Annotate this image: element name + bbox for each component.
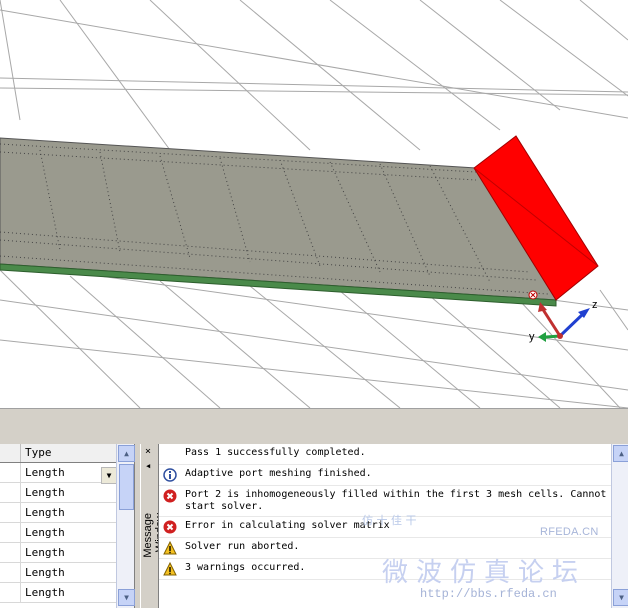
- cell-type[interactable]: Length: [21, 586, 119, 599]
- warning-icon: [163, 540, 179, 555]
- watermark-cn-large: 微波仿真论坛: [382, 558, 587, 588]
- table-row[interactable]: Length: [0, 523, 134, 543]
- cell-type[interactable]: Length: [21, 546, 119, 559]
- scroll-down-icon[interactable]: ▼: [613, 589, 628, 606]
- blank-icon: [163, 447, 179, 461]
- scroll-up-icon[interactable]: ▲: [613, 445, 628, 462]
- watermark-site: RFEDA.CN: [540, 526, 599, 538]
- list-item[interactable]: Adaptive port meshing finished.: [159, 465, 628, 486]
- table-row[interactable]: Length: [0, 583, 134, 603]
- cell-type[interactable]: Length: [21, 566, 119, 579]
- scroll-thumb[interactable]: [119, 464, 134, 510]
- z-axis-arrow: [558, 311, 586, 338]
- x-axis-arrow: [540, 307, 562, 337]
- table-row[interactable]: Length: [0, 543, 134, 563]
- message-text: Adaptive port meshing finished.: [185, 468, 372, 479]
- model-canvas[interactable]: y z: [0, 0, 628, 408]
- grid-header: Type: [0, 444, 134, 463]
- column-header-type[interactable]: Type: [21, 444, 119, 462]
- table-row[interactable]: Length: [0, 503, 134, 523]
- parameter-grid[interactable]: Type Length ▼ Length Length Length Length…: [0, 444, 135, 608]
- z-axis-label: z: [592, 299, 598, 311]
- table-row[interactable]: Length ▼: [0, 463, 134, 484]
- chevron-down-icon[interactable]: ▼: [101, 467, 117, 484]
- info-icon: [163, 468, 179, 482]
- table-row[interactable]: Length: [0, 483, 134, 503]
- 3d-viewport[interactable]: y z: [0, 0, 628, 408]
- cell-type[interactable]: Length: [21, 486, 119, 499]
- warning-icon: [163, 561, 179, 576]
- error-icon: [163, 520, 179, 534]
- list-item[interactable]: Pass 1 successfully completed.: [159, 444, 628, 465]
- cell-type[interactable]: Length: [21, 526, 119, 539]
- watermark-url: http://bbs.rfeda.cn: [420, 587, 557, 601]
- message-scrollbar[interactable]: ▲ ▼: [611, 444, 628, 608]
- scroll-up-icon[interactable]: ▲: [118, 445, 135, 462]
- pane-splitter[interactable]: [0, 408, 628, 445]
- cell-type[interactable]: Length: [21, 506, 119, 519]
- scroll-down-icon[interactable]: ▼: [118, 589, 135, 606]
- message-text: Port 2 is inhomogeneously filled within …: [185, 489, 607, 512]
- error-icon: [163, 489, 179, 503]
- watermark-cn-small: 仿 十 佳 干: [362, 514, 417, 527]
- message-text: Pass 1 successfully completed.: [185, 447, 366, 458]
- y-axis-label: y: [529, 331, 535, 343]
- table-row[interactable]: Length: [0, 563, 134, 583]
- cell-type[interactable]: Length: [25, 466, 65, 479]
- collapse-arrow-icon[interactable]: ◀: [146, 462, 150, 470]
- close-icon[interactable]: ×: [145, 446, 151, 457]
- grid-scrollbar[interactable]: ▲ ▼: [116, 444, 135, 608]
- message-window-titlebar: × ◀ Message Window: [140, 444, 166, 608]
